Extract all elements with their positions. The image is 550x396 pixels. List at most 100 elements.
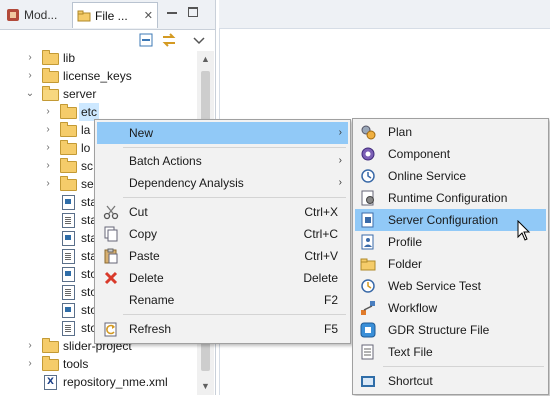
expand-icon[interactable]: › [43, 121, 53, 139]
expand-icon[interactable]: › [25, 49, 35, 67]
minimize-view-button[interactable] [165, 6, 179, 20]
shortcut-label: Ctrl+C [303, 227, 338, 241]
tab-models-label: Mod... [24, 8, 58, 22]
tab-file-explorer-label: File ... [95, 8, 128, 23]
maximize-view-button[interactable] [187, 6, 201, 20]
folder-icon [60, 122, 77, 137]
component-icon [360, 146, 376, 162]
submenu-item-label: Folder [388, 257, 423, 271]
text-file-icon [60, 285, 76, 300]
link-with-editor-button[interactable] [161, 32, 177, 48]
shortcut-label: F2 [323, 293, 338, 307]
text-file-icon [60, 213, 76, 228]
web-service-test-icon [360, 278, 376, 294]
tree-item-label: tools [63, 357, 89, 371]
tree-item-server[interactable]: ⌄ server [0, 85, 197, 103]
submenu-item-workflow[interactable]: Workflow [355, 297, 546, 319]
menu-separator [123, 197, 346, 198]
tree-item-label: se [81, 177, 94, 191]
gdr-structure-file-icon [360, 322, 376, 338]
submenu-item-text-file[interactable]: Text File [355, 341, 546, 363]
online-service-icon [360, 168, 376, 184]
submenu-item-label: Workflow [388, 301, 438, 315]
text-file-icon [60, 249, 76, 264]
menu-item-copy[interactable]: Copy Ctrl+C [97, 223, 348, 245]
close-tab-icon[interactable]: ✕ [144, 9, 153, 22]
collapse-all-button[interactable] [138, 32, 154, 48]
submenu-item-runtime-configuration[interactable]: Runtime Configuration [355, 187, 546, 209]
mouse-pointer-icon [517, 219, 531, 242]
config-file-icon [60, 231, 76, 246]
submenu-item-shortcut[interactable]: Shortcut [355, 370, 546, 392]
view-toolbar [0, 29, 215, 51]
tree-item-label: server [63, 87, 97, 101]
plan-icon [360, 124, 376, 140]
profile-icon [360, 234, 376, 250]
expand-icon[interactable]: › [43, 139, 53, 157]
tree-item-label: lo [81, 141, 91, 155]
tree-item-tools[interactable]: › tools [0, 355, 197, 373]
folder-icon [42, 356, 59, 371]
shortcut-label: Ctrl+V [304, 249, 338, 263]
folder-icon [42, 338, 59, 353]
scroll-up-icon[interactable]: ▲ [197, 51, 214, 68]
menu-item-label: Rename [129, 293, 175, 307]
tab-models[interactable]: Mod... [2, 2, 70, 28]
shortcut-icon [360, 373, 376, 389]
menu-item-new[interactable]: New › [97, 122, 348, 144]
workflow-icon [360, 300, 376, 316]
shortcut-label: F5 [323, 322, 338, 336]
submenu-item-plan[interactable]: Plan [355, 121, 546, 143]
submenu-item-folder[interactable]: Folder [355, 253, 546, 275]
text-file-icon [360, 344, 376, 360]
submenu-arrow-icon: › [338, 127, 342, 138]
folder-icon [60, 104, 77, 119]
folder-open-icon [42, 86, 59, 101]
editor-tabbar [219, 0, 550, 29]
submenu-item-label: Plan [388, 125, 413, 139]
expand-icon[interactable]: › [25, 337, 35, 355]
collapse-icon[interactable]: ⌄ [25, 85, 35, 103]
config-file-icon [60, 303, 76, 318]
menu-separator [123, 147, 346, 148]
menu-item-label: New [129, 126, 154, 140]
folder-icon [60, 176, 77, 191]
folder-icon [360, 256, 376, 272]
view-menu-button[interactable] [191, 32, 207, 48]
menu-item-dependency-analysis[interactable]: Dependency Analysis › [97, 172, 348, 194]
tab-file-explorer[interactable]: File ... ✕ [72, 2, 158, 28]
menu-item-rename[interactable]: Rename F2 [97, 289, 348, 311]
folder-icon [60, 158, 77, 173]
submenu-item-gdr-structure-file[interactable]: GDR Structure File [355, 319, 546, 341]
submenu-item-online-service[interactable]: Online Service [355, 165, 546, 187]
menu-item-batch-actions[interactable]: Batch Actions › [97, 150, 348, 172]
menu-item-label: Batch Actions [129, 154, 202, 168]
tree-item-lib[interactable]: › lib [0, 49, 197, 67]
shortcut-label: Ctrl+X [304, 205, 338, 219]
submenu-arrow-icon: › [338, 177, 342, 188]
expand-icon[interactable]: › [25, 355, 35, 373]
menu-item-cut[interactable]: Cut Ctrl+X [97, 201, 348, 223]
submenu-item-component[interactable]: Component [355, 143, 546, 165]
config-file-icon [60, 195, 76, 210]
scroll-down-icon[interactable]: ▼ [197, 378, 214, 395]
expand-icon[interactable]: › [43, 157, 53, 175]
menu-item-paste[interactable]: Paste Ctrl+V [97, 245, 348, 267]
menu-item-label: Paste [129, 249, 160, 263]
submenu-item-web-service-test[interactable]: Web Service Test [355, 275, 546, 297]
menu-item-delete[interactable]: Delete Delete [97, 267, 348, 289]
folder-icon [42, 50, 59, 65]
folder-icon [42, 68, 59, 83]
submenu-item-label: Server Configuration [388, 213, 499, 227]
expand-icon[interactable]: › [43, 175, 53, 193]
scissors-icon [103, 204, 119, 220]
tree-item-license-keys[interactable]: › license_keys [0, 67, 197, 85]
tree-item-repository-xml[interactable]: X repository_nme.xml [0, 373, 197, 391]
new-submenu: Plan Component Online Service Runtime Co… [352, 118, 549, 395]
expand-icon[interactable]: › [43, 103, 53, 121]
file-explorer-icon [77, 9, 91, 23]
submenu-item-label: Online Service [388, 169, 467, 183]
expand-icon[interactable]: › [25, 67, 35, 85]
menu-separator [123, 314, 346, 315]
menu-item-refresh[interactable]: Refresh F5 [97, 318, 348, 340]
